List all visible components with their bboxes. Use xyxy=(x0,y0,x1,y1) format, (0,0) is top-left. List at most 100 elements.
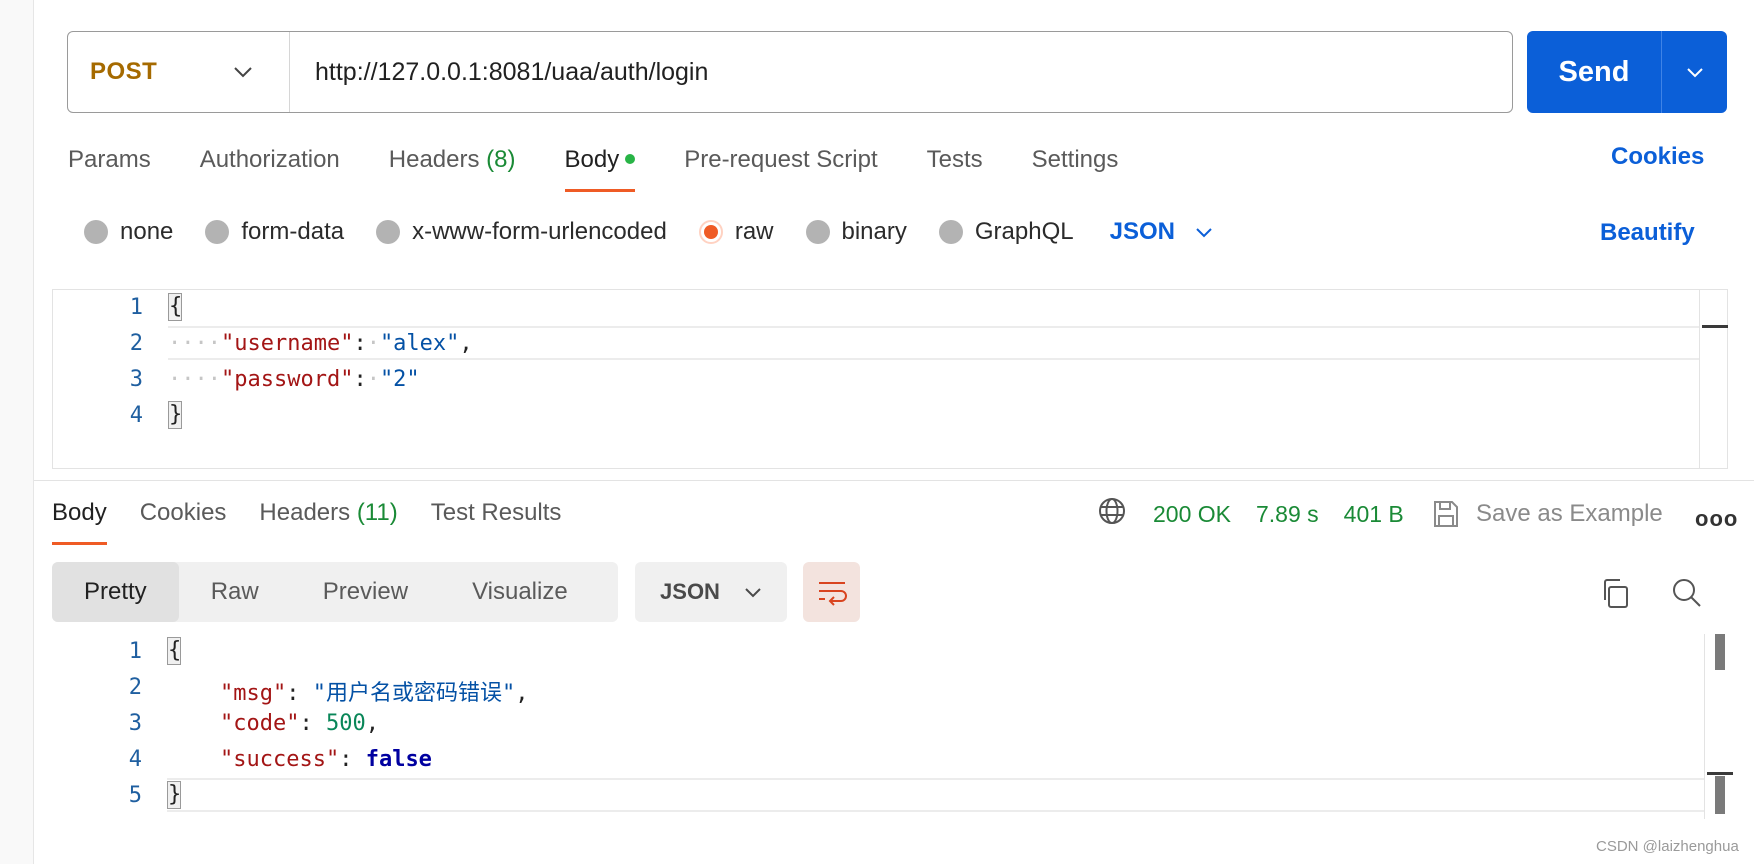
response-time[interactable]: 7.89 s xyxy=(1256,501,1319,528)
radio-button xyxy=(938,220,963,244)
radio-raw[interactable]: raw xyxy=(698,218,774,246)
line-number: 5 xyxy=(128,783,142,808)
json-comma: , xyxy=(459,331,473,356)
cookies-link[interactable]: Cookies xyxy=(1611,143,1704,171)
tab-label: Body xyxy=(52,499,107,526)
code-line: "msg": "用户名或密码错误", xyxy=(219,681,529,706)
method-label: POST xyxy=(90,58,158,85)
chevron-down-icon xyxy=(233,66,253,78)
search-button[interactable] xyxy=(1671,577,1703,614)
json-key: "password" xyxy=(220,367,354,392)
method-select[interactable]: POST xyxy=(68,32,290,112)
line-number: 1 xyxy=(129,295,143,320)
viewer-scrollbar[interactable] xyxy=(1704,634,1733,819)
response-status-bar: 200 OK 7.89 s 401 B xyxy=(1097,494,1429,534)
tab-test-results[interactable]: Test Results xyxy=(431,493,562,545)
code-line: ····"username":·"alex", xyxy=(168,331,473,356)
json-value: "用户名或密码错误" xyxy=(312,681,516,706)
left-sidebar-edge xyxy=(0,0,34,864)
beautify-button[interactable]: Beautify xyxy=(1600,219,1695,247)
tab-label: Params xyxy=(68,146,151,173)
line-number: 4 xyxy=(129,403,143,428)
tab-authorization[interactable]: Authorization xyxy=(200,140,340,192)
current-line-highlight xyxy=(167,778,1704,812)
tab-response-cookies[interactable]: Cookies xyxy=(140,493,227,545)
radio-label: raw xyxy=(734,218,774,245)
scroll-thumb[interactable] xyxy=(1715,634,1725,670)
copy-button[interactable] xyxy=(1600,578,1630,615)
tab-label: Headers xyxy=(259,499,351,526)
code-line: { xyxy=(167,637,181,665)
close-brace: } xyxy=(167,781,182,809)
copy-icon xyxy=(1604,579,1628,608)
view-mode-visualize[interactable]: Visualize xyxy=(440,562,600,622)
radio-binary[interactable]: binary xyxy=(805,218,907,246)
scroll-position-marker xyxy=(1707,772,1733,775)
code-line: "code": 500, xyxy=(219,711,379,736)
save-icon xyxy=(1434,501,1458,527)
tab-response-body[interactable]: Body xyxy=(52,493,107,545)
code-line: } xyxy=(168,401,182,429)
view-mode-selector: Pretty Raw Preview Visualize xyxy=(52,562,618,622)
radio-button-selected xyxy=(698,220,723,244)
response-size[interactable]: 401 B xyxy=(1344,501,1404,528)
view-mode-pretty[interactable]: Pretty xyxy=(52,562,179,622)
view-mode-preview[interactable]: Preview xyxy=(291,562,440,622)
editor-scrollbar[interactable] xyxy=(1699,290,1728,468)
response-body-viewer[interactable]: 1 2 3 4 5 { "msg": "用户名或密码错误", "code": 5… xyxy=(52,634,1733,819)
watermark: CSDN @laizhenghua xyxy=(1596,838,1739,855)
radio-button xyxy=(84,220,108,244)
url-input[interactable] xyxy=(290,32,1512,112)
tab-pre-request-script[interactable]: Pre-request Script xyxy=(684,140,877,192)
status-code[interactable]: 200 OK xyxy=(1153,501,1231,528)
line-number: 3 xyxy=(128,711,142,736)
request-response-divider[interactable] xyxy=(34,480,1754,481)
tab-settings[interactable]: Settings xyxy=(1032,140,1119,192)
more-options-button[interactable]: ooo xyxy=(1695,506,1738,532)
line-number: 3 xyxy=(129,367,143,392)
view-mode-raw[interactable]: Raw xyxy=(179,562,291,622)
chevron-down-icon xyxy=(1686,67,1703,77)
json-value: 500 xyxy=(325,711,366,736)
code-line: "success": false xyxy=(219,747,432,772)
raw-language-select[interactable]: JSON xyxy=(1110,218,1213,246)
tab-response-headers[interactable]: Headers (11) xyxy=(259,493,397,545)
send-button[interactable]: Send xyxy=(1527,31,1662,113)
tab-label: Test Results xyxy=(430,499,562,526)
globe-icon[interactable] xyxy=(1097,496,1127,532)
line-number-gutter: 1 2 3 4 xyxy=(53,290,168,468)
tab-tests[interactable]: Tests xyxy=(927,140,983,192)
tab-label: Tests xyxy=(926,146,983,173)
json-key: "msg" xyxy=(219,681,287,706)
code-line: { xyxy=(168,293,182,321)
radio-x-www-form-urlencoded[interactable]: x-www-form-urlencoded xyxy=(376,218,667,246)
code-line: ····"password":·"2" xyxy=(168,367,420,392)
response-format-label: JSON xyxy=(660,579,720,604)
json-key: "code" xyxy=(219,711,300,736)
code-line: } xyxy=(167,781,181,809)
radio-label: GraphQL xyxy=(974,218,1074,245)
radio-button xyxy=(205,220,230,244)
line-number: 1 xyxy=(128,639,142,664)
tab-label: Cookies xyxy=(139,499,227,526)
send-options-button[interactable] xyxy=(1662,31,1727,113)
tab-params[interactable]: Params xyxy=(68,140,151,192)
json-key: "username" xyxy=(220,331,354,356)
search-icon xyxy=(1673,579,1701,607)
scroll-thumb[interactable] xyxy=(1715,776,1725,814)
radio-form-data[interactable]: form-data xyxy=(205,218,344,246)
radio-label: none xyxy=(120,218,174,245)
radio-none[interactable]: none xyxy=(84,218,173,246)
tab-label: Authorization xyxy=(199,146,340,173)
wrap-lines-icon xyxy=(818,582,847,606)
raw-language-label: JSON xyxy=(1109,218,1175,245)
radio-label: form-data xyxy=(241,218,345,245)
tab-body[interactable]: Body xyxy=(564,140,636,192)
send-button-group: Send xyxy=(1527,31,1727,113)
wrap-lines-button[interactable] xyxy=(803,562,860,622)
tab-headers[interactable]: Headers (8) xyxy=(389,140,516,192)
response-format-select[interactable]: JSON xyxy=(635,562,787,622)
radio-graphql[interactable]: GraphQL xyxy=(938,218,1074,246)
request-body-editor[interactable]: 1 2 3 4 { ····"username":·"alex", ····"p… xyxy=(52,289,1728,469)
save-as-example-button[interactable]: Save as Example xyxy=(1432,494,1663,534)
